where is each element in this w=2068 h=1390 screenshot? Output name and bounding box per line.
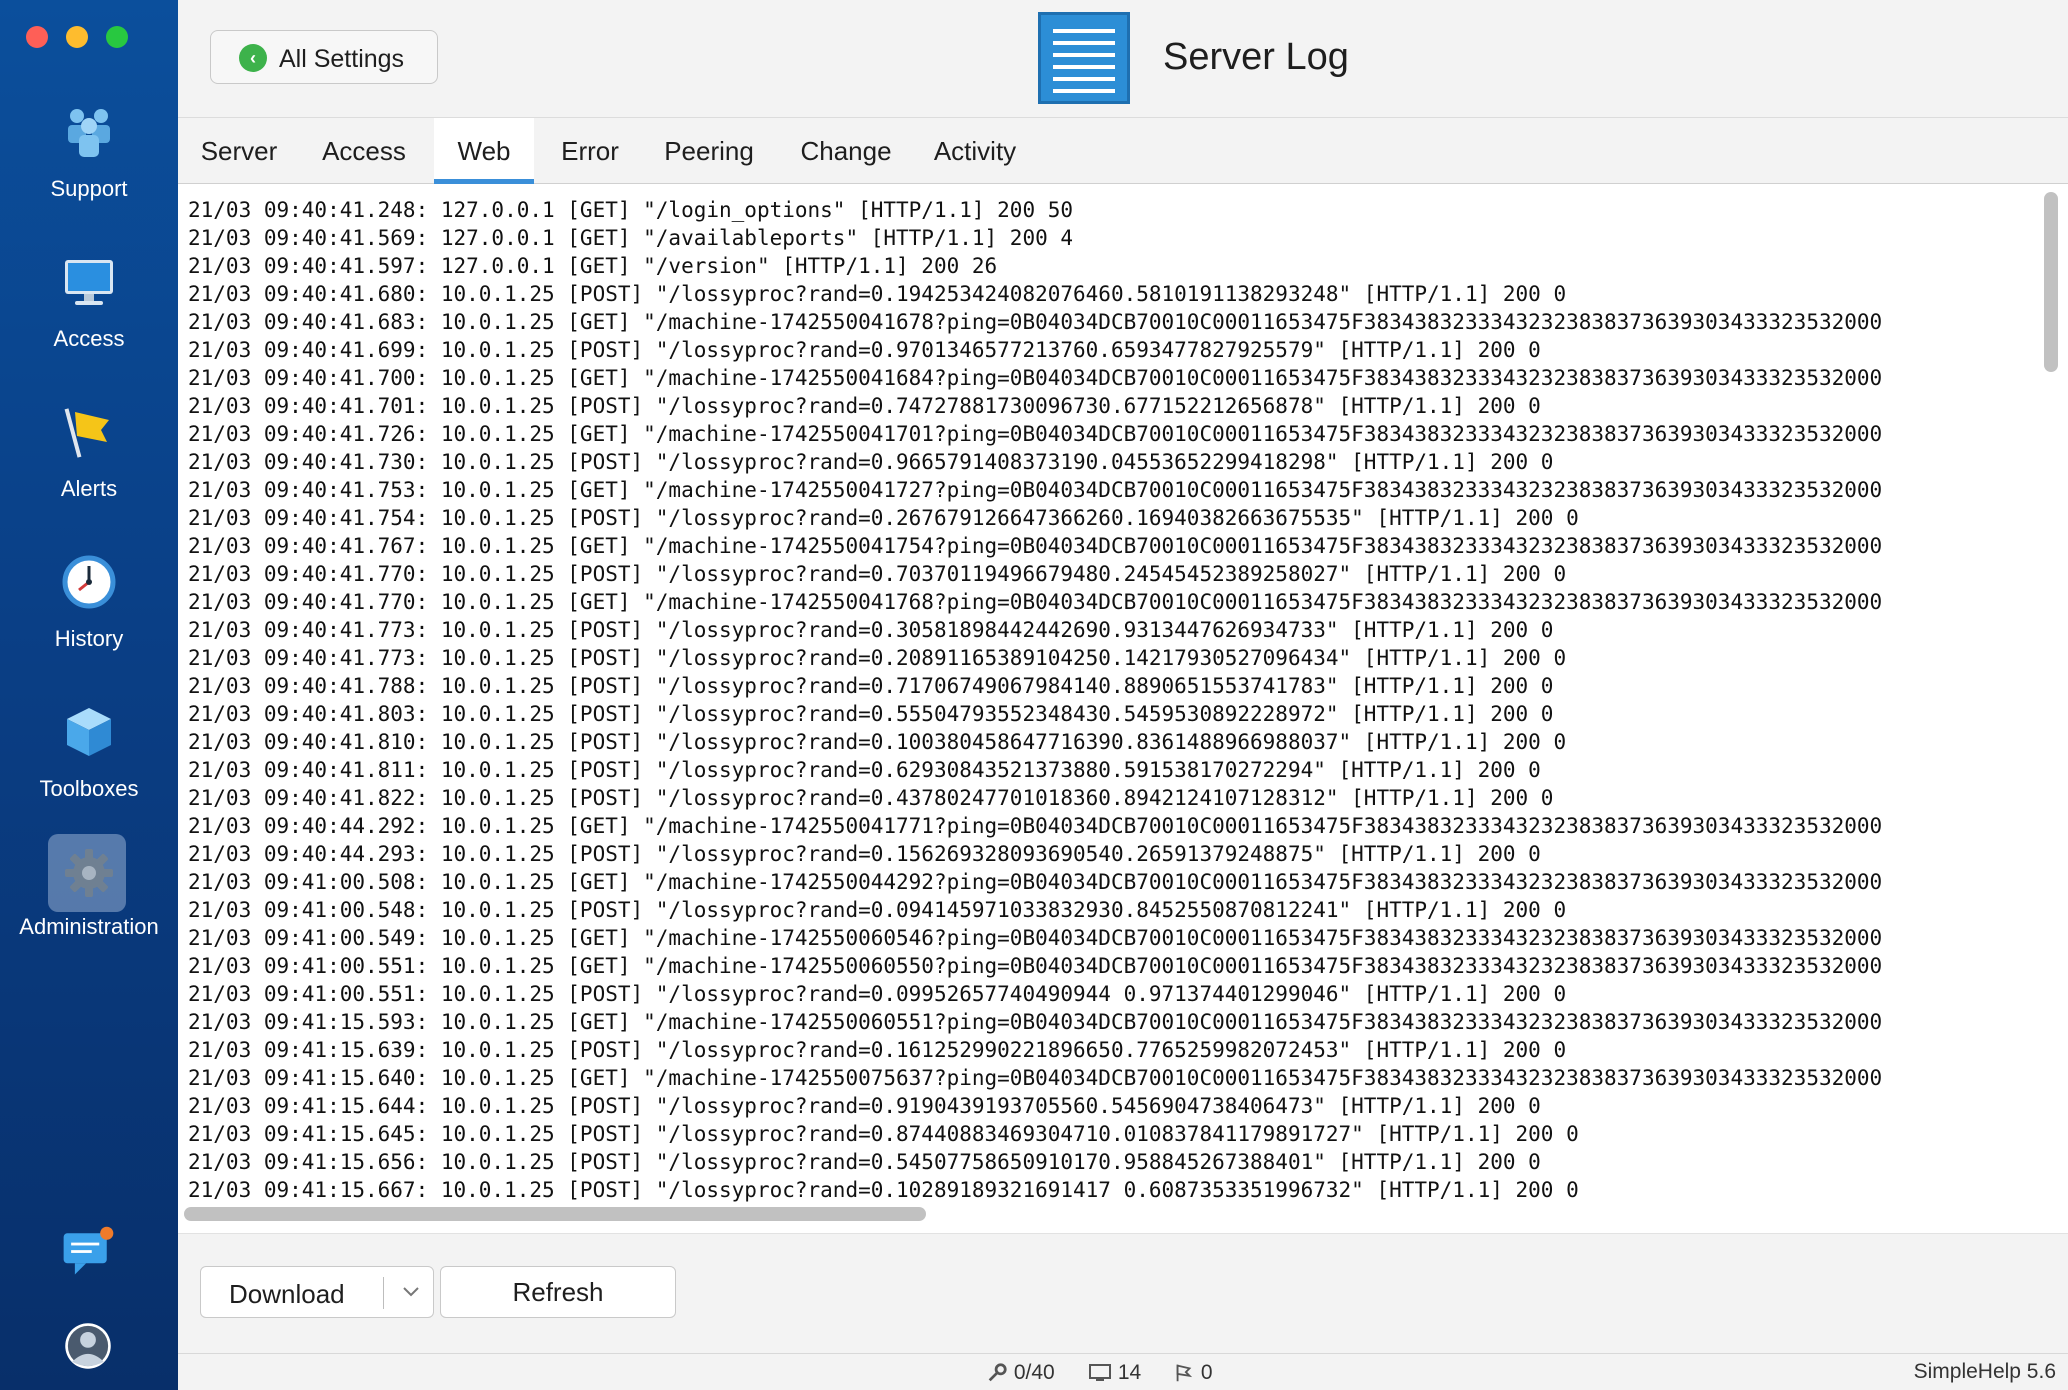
- log-line: 21/03 09:40:41.683: 10.0.1.25 [GET] "/ma…: [188, 310, 1883, 334]
- tab-access[interactable]: Access: [300, 118, 428, 184]
- sidebar-item-label: Alerts: [60, 476, 118, 501]
- log-line: 21/03 09:41:00.508: 10.0.1.25 [GET] "/ma…: [188, 870, 1883, 894]
- log-line: 21/03 09:40:41.569: 127.0.0.1 [GET] "/av…: [188, 226, 1074, 250]
- sidebar-item-toolboxes[interactable]: Toolboxes: [0, 686, 178, 816]
- log-line: 21/03 09:40:41.773: 10.0.1.25 [POST] "/l…: [188, 646, 1567, 670]
- chevron-left-icon: ‹: [239, 44, 267, 72]
- log-line: 21/03 09:41:00.549: 10.0.1.25 [GET] "/ma…: [188, 926, 1883, 950]
- minimize-window-button[interactable]: [66, 26, 88, 48]
- log-line: 21/03 09:41:15.640: 10.0.1.25 [GET] "/ma…: [188, 1066, 1883, 1090]
- sidebar-item-alerts[interactable]: Alerts: [0, 386, 178, 516]
- sidebar: Support Access Alerts History Toolboxes …: [0, 0, 178, 1390]
- header: ‹ All Settings Server Log: [178, 0, 2068, 118]
- tab-web[interactable]: Web: [434, 118, 534, 184]
- log-line: 21/03 09:40:41.680: 10.0.1.25 [POST] "/l…: [188, 282, 1567, 306]
- vertical-scrollbar[interactable]: [2044, 192, 2058, 372]
- log-viewer[interactable]: 21/03 09:40:41.248: 127.0.0.1 [GET] "/lo…: [178, 184, 2068, 1234]
- monitor-small-icon: [1089, 1364, 1111, 1382]
- log-line: 21/03 09:40:41.700: 10.0.1.25 [GET] "/ma…: [188, 366, 1883, 390]
- sidebar-item-history[interactable]: History: [0, 536, 178, 666]
- log-tabs: Server Access Web Error Peering Change A…: [178, 118, 2068, 184]
- tab-error[interactable]: Error: [540, 118, 640, 184]
- log-line: 21/03 09:40:41.770: 10.0.1.25 [POST] "/l…: [188, 562, 1567, 586]
- log-line: 21/03 09:41:15.656: 10.0.1.25 [POST] "/l…: [188, 1150, 1541, 1174]
- status-bar: 0/40 14 0 SimpleHelp 5.6: [178, 1354, 2068, 1390]
- log-line: 21/03 09:41:00.551: 10.0.1.25 [GET] "/ma…: [188, 954, 1883, 978]
- log-line: 21/03 09:41:00.551: 10.0.1.25 [POST] "/l…: [188, 982, 1567, 1006]
- clock-icon: [62, 555, 116, 609]
- machines-status: 14: [1088, 1360, 1141, 1386]
- sidebar-item-label: Support: [50, 176, 128, 201]
- all-settings-label: All Settings: [279, 45, 405, 73]
- log-line: 21/03 09:40:41.248: 127.0.0.1 [GET] "/lo…: [188, 198, 1074, 222]
- sidebar-item-label: Toolboxes: [39, 776, 139, 801]
- gear-icon: [65, 849, 113, 897]
- log-line: 21/03 09:41:15.645: 10.0.1.25 [POST] "/l…: [188, 1122, 1579, 1146]
- page-title: Server Log: [1163, 36, 1349, 78]
- log-line: 21/03 09:40:41.597: 127.0.0.1 [GET] "/ve…: [188, 254, 998, 278]
- log-line: 21/03 09:41:00.548: 10.0.1.25 [POST] "/l…: [188, 898, 1567, 922]
- log-line: 21/03 09:40:41.753: 10.0.1.25 [GET] "/ma…: [188, 478, 1883, 502]
- version-label: SimpleHelp 5.6: [1913, 1360, 2056, 1383]
- flag-small-icon: [1176, 1364, 1193, 1382]
- close-window-button[interactable]: [26, 26, 48, 48]
- sidebar-item-label: History: [54, 626, 124, 651]
- sidebar-item-support[interactable]: Support: [0, 86, 178, 216]
- log-line: 21/03 09:40:41.770: 10.0.1.25 [GET] "/ma…: [188, 590, 1883, 614]
- log-line: 21/03 09:41:15.639: 10.0.1.25 [POST] "/l…: [188, 1038, 1567, 1062]
- log-line: 21/03 09:40:41.788: 10.0.1.25 [POST] "/l…: [188, 674, 1554, 698]
- log-line: 21/03 09:40:44.293: 10.0.1.25 [POST] "/l…: [188, 842, 1541, 866]
- user-avatar[interactable]: [0, 1310, 178, 1380]
- refresh-button[interactable]: Refresh: [440, 1266, 676, 1318]
- log-line: 21/03 09:40:41.773: 10.0.1.25 [POST] "/l…: [188, 618, 1554, 642]
- log-line: 21/03 09:41:15.644: 10.0.1.25 [POST] "/l…: [188, 1094, 1541, 1118]
- log-line: 21/03 09:40:41.811: 10.0.1.25 [POST] "/l…: [188, 758, 1541, 782]
- log-line: 21/03 09:40:41.822: 10.0.1.25 [POST] "/l…: [188, 786, 1554, 810]
- wrench-icon: [988, 1363, 1007, 1382]
- all-settings-button[interactable]: ‹ All Settings: [210, 30, 438, 84]
- monitor-icon: [65, 260, 113, 305]
- technicians-status: 0/40: [986, 1360, 1055, 1386]
- cube-icon: [67, 708, 111, 756]
- zoom-window-button[interactable]: [106, 26, 128, 48]
- flag-icon: [64, 408, 109, 458]
- log-line: 21/03 09:40:41.754: 10.0.1.25 [POST] "/l…: [188, 506, 1579, 530]
- tab-activity[interactable]: Activity: [916, 118, 1034, 184]
- action-bar: Download Refresh: [178, 1234, 2068, 1354]
- server-log-icon: [1038, 12, 1130, 104]
- log-line: 21/03 09:40:41.726: 10.0.1.25 [GET] "/ma…: [188, 422, 1883, 446]
- sidebar-item-administration[interactable]: Administration: [0, 832, 178, 962]
- chat-button[interactable]: [0, 1220, 178, 1290]
- tab-server[interactable]: Server: [178, 118, 300, 184]
- sidebar-item-label: Administration: [19, 914, 159, 939]
- log-line: 21/03 09:40:41.810: 10.0.1.25 [POST] "/l…: [188, 730, 1567, 754]
- chat-icon: [63, 1226, 114, 1275]
- log-line: 21/03 09:41:15.667: 10.0.1.25 [POST] "/l…: [188, 1178, 1579, 1202]
- user-avatar-icon: [65, 1323, 111, 1369]
- log-line: 21/03 09:40:41.701: 10.0.1.25 [POST] "/l…: [188, 394, 1541, 418]
- log-line: 21/03 09:40:41.699: 10.0.1.25 [POST] "/l…: [188, 338, 1541, 362]
- app-window: Support Access Alerts History Toolboxes …: [0, 0, 2068, 1390]
- alerts-status: 0: [1173, 1360, 1213, 1386]
- machines-count: 14: [1117, 1361, 1142, 1384]
- technicians-count: 0/40: [1013, 1361, 1055, 1384]
- log-line: 21/03 09:40:41.730: 10.0.1.25 [POST] "/l…: [188, 450, 1554, 474]
- tab-peering[interactable]: Peering: [646, 118, 772, 184]
- people-icon: [68, 109, 110, 157]
- download-button[interactable]: Download: [200, 1266, 434, 1318]
- sidebar-item-access[interactable]: Access: [0, 236, 178, 366]
- alerts-count: 0: [1200, 1361, 1213, 1384]
- download-label: Download: [229, 1279, 345, 1309]
- log-line: 21/03 09:40:44.292: 10.0.1.25 [GET] "/ma…: [188, 814, 1883, 838]
- tab-change[interactable]: Change: [782, 118, 910, 184]
- log-lines: 21/03 09:40:41.248: 127.0.0.1 [GET] "/lo…: [188, 196, 2048, 1210]
- log-line: 21/03 09:41:15.593: 10.0.1.25 [GET] "/ma…: [188, 1010, 1883, 1034]
- sidebar-item-label: Access: [53, 326, 125, 351]
- horizontal-scrollbar[interactable]: [184, 1207, 926, 1221]
- chevron-down-icon[interactable]: [399, 1279, 423, 1303]
- dropdown-separator: [383, 1277, 384, 1309]
- log-line: 21/03 09:40:41.803: 10.0.1.25 [POST] "/l…: [188, 702, 1554, 726]
- log-line: 21/03 09:40:41.767: 10.0.1.25 [GET] "/ma…: [188, 534, 1883, 558]
